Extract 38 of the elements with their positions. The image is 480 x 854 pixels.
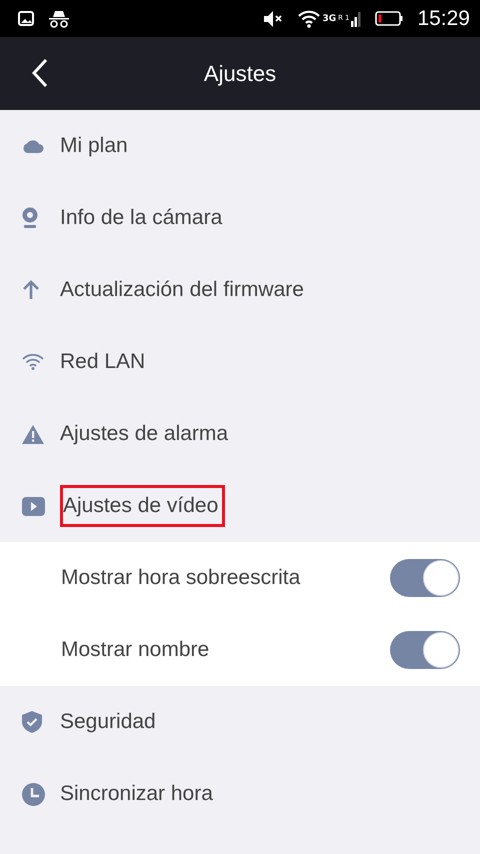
settings-item[interactable]: Actualización del firmware — [0, 254, 480, 326]
clock-time: 15:29 — [417, 6, 470, 30]
settings-item[interactable]: Ajustes de alarma — [0, 398, 480, 470]
item-label: Red LAN — [60, 349, 146, 375]
item-label: Seguridad — [60, 709, 157, 735]
network-type: 3G — [322, 14, 336, 24]
back-icon — [32, 58, 48, 86]
battery-icon — [375, 11, 404, 26]
cloud-icon — [22, 139, 44, 153]
signal-icon — [351, 10, 362, 26]
settings-item[interactable]: Sincronizar hora — [0, 758, 480, 830]
page-title: Ajustes — [204, 60, 276, 86]
arrow-up-icon — [22, 280, 40, 300]
image-icon — [18, 11, 34, 26]
item-label: Sincronizar hora — [60, 781, 214, 807]
highlighted-label: Ajustes de vídeo — [60, 485, 226, 527]
settings-item[interactable]: Info de la cámara — [0, 182, 480, 254]
warning-icon — [22, 424, 44, 444]
muted-speaker-icon — [264, 10, 284, 26]
toggle-label: Mostrar nombre — [61, 638, 210, 662]
item-label: Ajustes de alarma — [60, 421, 230, 447]
incognito-icon — [48, 10, 70, 28]
clock-icon — [22, 782, 45, 806]
toggle-switch[interactable] — [390, 559, 460, 597]
item-label: Info de la cámara — [60, 205, 224, 231]
settings-item[interactable]: Red LAN — [0, 326, 480, 398]
item-label: Actualización del firmware — [60, 277, 305, 303]
toggle-switch[interactable] — [390, 631, 460, 669]
item-label: Mi plan — [60, 133, 129, 159]
wifi-icon — [22, 354, 44, 370]
wifi-icon — [298, 10, 320, 28]
play-icon — [22, 496, 45, 516]
settings-item[interactable]: Seguridad — [0, 686, 480, 758]
shield-icon — [22, 711, 42, 733]
settings-item[interactable]: Mi plan — [0, 110, 480, 182]
settings-item[interactable]: Ajustes de vídeo — [0, 470, 480, 542]
toggle-label: Mostrar hora sobreescrita — [61, 566, 302, 590]
webcam-icon — [22, 207, 38, 229]
